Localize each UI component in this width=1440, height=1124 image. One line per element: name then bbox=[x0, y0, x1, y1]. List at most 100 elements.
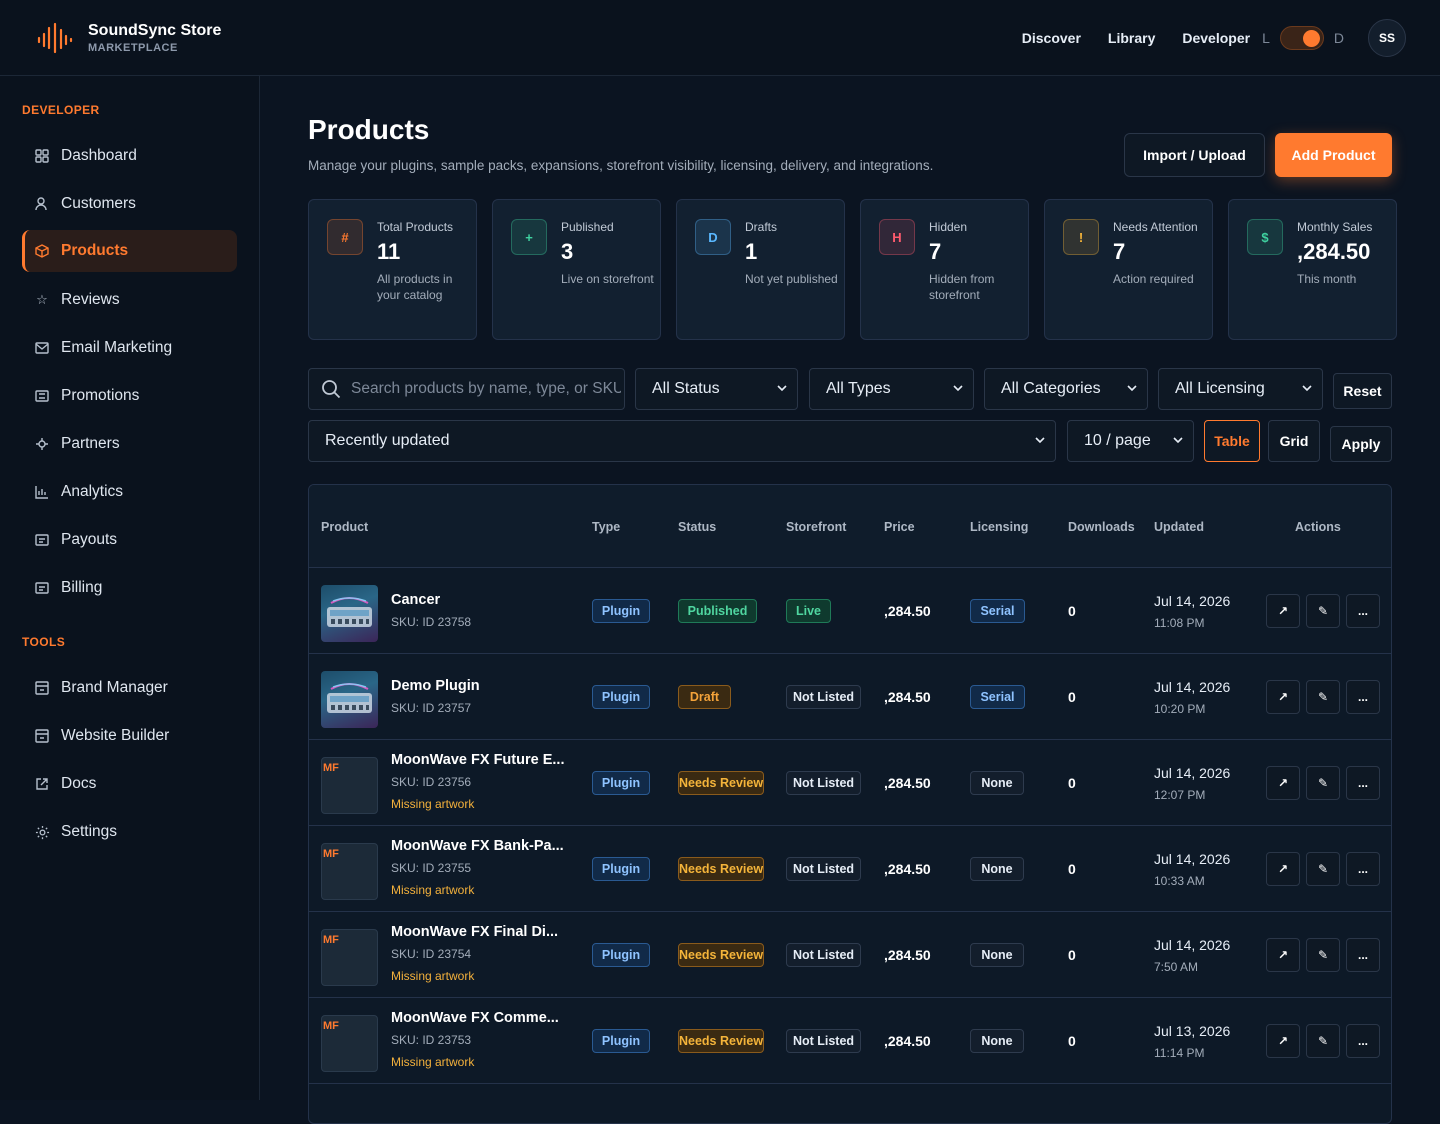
edit-product-button[interactable]: ✎ bbox=[1306, 680, 1340, 714]
nav-library[interactable]: Library bbox=[1108, 30, 1155, 46]
table-row[interactable]: Demo Plugin SKU: ID 23757 Plugin Draft Not L… bbox=[309, 654, 1391, 740]
more-actions-button[interactable]: ... bbox=[1346, 680, 1380, 714]
table-row[interactable]: MF MoonWave FX Future E... SKU: ID 23756 Mi… bbox=[309, 740, 1391, 826]
licensing-filter-select[interactable]: All Licensing bbox=[1158, 368, 1323, 410]
page-subtitle: Manage your plugins, sample packs, expan… bbox=[308, 158, 934, 173]
sidebar-item-docs[interactable]: Docs bbox=[22, 763, 237, 805]
sidebar: DEVELOPER Dashboard Customers Products ☆… bbox=[0, 76, 260, 1100]
column-header[interactable]: Downloads bbox=[1068, 520, 1135, 534]
search-input[interactable] bbox=[351, 380, 621, 398]
open-product-button[interactable]: ↗ bbox=[1266, 1024, 1300, 1058]
stat-label: Total Products bbox=[377, 220, 454, 234]
reset-button[interactable]: Reset bbox=[1333, 373, 1392, 409]
product-name[interactable]: Cancer bbox=[391, 592, 440, 608]
column-header[interactable]: Licensing bbox=[970, 520, 1028, 534]
table-view-button[interactable]: Table bbox=[1204, 420, 1260, 462]
column-header[interactable]: Storefront bbox=[786, 520, 846, 534]
column-header[interactable]: Price bbox=[884, 520, 915, 534]
thumbnail-initials: MF bbox=[323, 1020, 339, 1032]
open-product-button[interactable]: ↗ bbox=[1266, 938, 1300, 972]
sidebar-item-email-marketing[interactable]: Email Marketing bbox=[22, 327, 237, 369]
type-filter-select[interactable]: All Types bbox=[809, 368, 974, 410]
sidebar-item-analytics[interactable]: Analytics bbox=[22, 471, 237, 513]
sidebar-item-brand-manager[interactable]: Brand Manager bbox=[22, 667, 237, 709]
grid-view-button[interactable]: Grid bbox=[1268, 420, 1320, 462]
updated-date: Jul 14, 2026 bbox=[1154, 765, 1231, 781]
storefront-badge: Not Listed bbox=[786, 685, 861, 709]
sidebar-section-developer: DEVELOPER bbox=[22, 103, 100, 117]
per-page-select[interactable]: 10 / page bbox=[1067, 420, 1194, 462]
product-name[interactable]: MoonWave FX Bank-Pa... bbox=[391, 838, 564, 854]
price-value: ,284.50 bbox=[884, 861, 931, 877]
more-actions-button[interactable]: ... bbox=[1346, 766, 1380, 800]
sidebar-item-reviews[interactable]: ☆ Reviews bbox=[22, 279, 237, 321]
chevron-down-icon bbox=[953, 385, 963, 392]
sidebar-item-customers[interactable]: Customers bbox=[22, 183, 237, 225]
avatar[interactable]: SS bbox=[1368, 19, 1406, 57]
product-name[interactable]: MoonWave FX Final Di... bbox=[391, 924, 558, 940]
import-upload-button[interactable]: Import / Upload bbox=[1124, 133, 1265, 177]
licensing-badge: None bbox=[970, 1029, 1024, 1053]
category-filter-select[interactable]: All Categories bbox=[984, 368, 1148, 410]
stat-card: D Drafts 1 Not yet published bbox=[676, 199, 845, 340]
product-name[interactable]: MoonWave FX Comme... bbox=[391, 1010, 559, 1026]
column-header[interactable]: Product bbox=[321, 520, 368, 534]
more-actions-button[interactable]: ... bbox=[1346, 1024, 1380, 1058]
table-row[interactable]: MF MoonWave FX Bank-Pa... SKU: ID 23755 Mis… bbox=[309, 826, 1391, 912]
stat-description: Not yet published bbox=[745, 272, 838, 286]
edit-product-button[interactable]: ✎ bbox=[1306, 938, 1340, 972]
status-badge: Needs Review bbox=[678, 771, 764, 795]
more-actions-button[interactable]: ... bbox=[1346, 938, 1380, 972]
sidebar-item-billing[interactable]: Billing bbox=[22, 567, 237, 609]
stat-card: $ Monthly Sales ,284.50 This month bbox=[1228, 199, 1397, 340]
open-product-button[interactable]: ↗ bbox=[1266, 852, 1300, 886]
search-box[interactable] bbox=[308, 368, 625, 410]
type-badge: Plugin bbox=[592, 857, 650, 881]
sidebar-item-partners[interactable]: Partners bbox=[22, 423, 237, 465]
open-product-button[interactable]: ↗ bbox=[1266, 594, 1300, 628]
product-sku: SKU: ID 23758 bbox=[391, 615, 472, 629]
product-name[interactable]: Demo Plugin bbox=[391, 678, 480, 694]
soundwave-logo-icon bbox=[37, 22, 73, 54]
sidebar-item-settings[interactable]: Settings bbox=[22, 811, 237, 853]
product-thumbnail bbox=[321, 671, 378, 728]
product-name[interactable]: MoonWave FX Future E... bbox=[391, 752, 564, 768]
stat-card: ! Needs Attention 7 Action required bbox=[1044, 199, 1213, 340]
more-actions-button[interactable]: ... bbox=[1346, 852, 1380, 886]
sidebar-item-payouts[interactable]: Payouts bbox=[22, 519, 237, 561]
mail-icon bbox=[34, 340, 50, 356]
open-product-button[interactable]: ↗ bbox=[1266, 766, 1300, 800]
add-product-button[interactable]: Add Product bbox=[1275, 133, 1392, 177]
stat-card: + Published 3 Live on storefront bbox=[492, 199, 661, 340]
updated-time: 12:07 PM bbox=[1154, 788, 1206, 802]
sidebar-item-website-builder[interactable]: Website Builder bbox=[22, 715, 237, 757]
sidebar-item-dashboard[interactable]: Dashboard bbox=[22, 135, 237, 177]
apply-button[interactable]: Apply bbox=[1330, 426, 1392, 462]
brand[interactable]: SoundSync Store MARKETPLACE bbox=[36, 20, 221, 56]
sort-select[interactable]: Recently updated bbox=[308, 420, 1056, 462]
page-title: Products bbox=[308, 114, 430, 145]
nav-developer[interactable]: Developer bbox=[1182, 30, 1250, 46]
edit-product-button[interactable]: ✎ bbox=[1306, 1024, 1340, 1058]
nav-discover[interactable]: Discover bbox=[1022, 30, 1081, 46]
type-badge: Plugin bbox=[592, 1029, 650, 1053]
sidebar-item-promotions[interactable]: Promotions bbox=[22, 375, 237, 417]
status-filter-select[interactable]: All Status bbox=[635, 368, 798, 410]
storefront-badge: Live bbox=[786, 599, 831, 623]
storefront-badge: Not Listed bbox=[786, 771, 861, 795]
missing-artwork-warning: Missing artwork bbox=[391, 969, 475, 983]
sidebar-item-products[interactable]: Products bbox=[22, 230, 237, 272]
theme-toggle[interactable] bbox=[1279, 26, 1324, 50]
column-header[interactable]: Type bbox=[592, 520, 620, 534]
edit-product-button[interactable]: ✎ bbox=[1306, 766, 1340, 800]
more-actions-button[interactable]: ... bbox=[1346, 594, 1380, 628]
stat-label: Needs Attention bbox=[1113, 220, 1198, 234]
table-row[interactable]: MF MoonWave FX Comme... SKU: ID 23753 Missi… bbox=[309, 998, 1391, 1084]
open-product-button[interactable]: ↗ bbox=[1266, 680, 1300, 714]
table-row[interactable]: MF MoonWave FX Final Di... SKU: ID 23754 Mi… bbox=[309, 912, 1391, 998]
table-row[interactable]: Cancer SKU: ID 23758 Plugin Published Live ,2… bbox=[309, 568, 1391, 654]
edit-product-button[interactable]: ✎ bbox=[1306, 852, 1340, 886]
column-header[interactable]: Status bbox=[678, 520, 716, 534]
column-header[interactable]: Updated bbox=[1154, 520, 1204, 534]
edit-product-button[interactable]: ✎ bbox=[1306, 594, 1340, 628]
